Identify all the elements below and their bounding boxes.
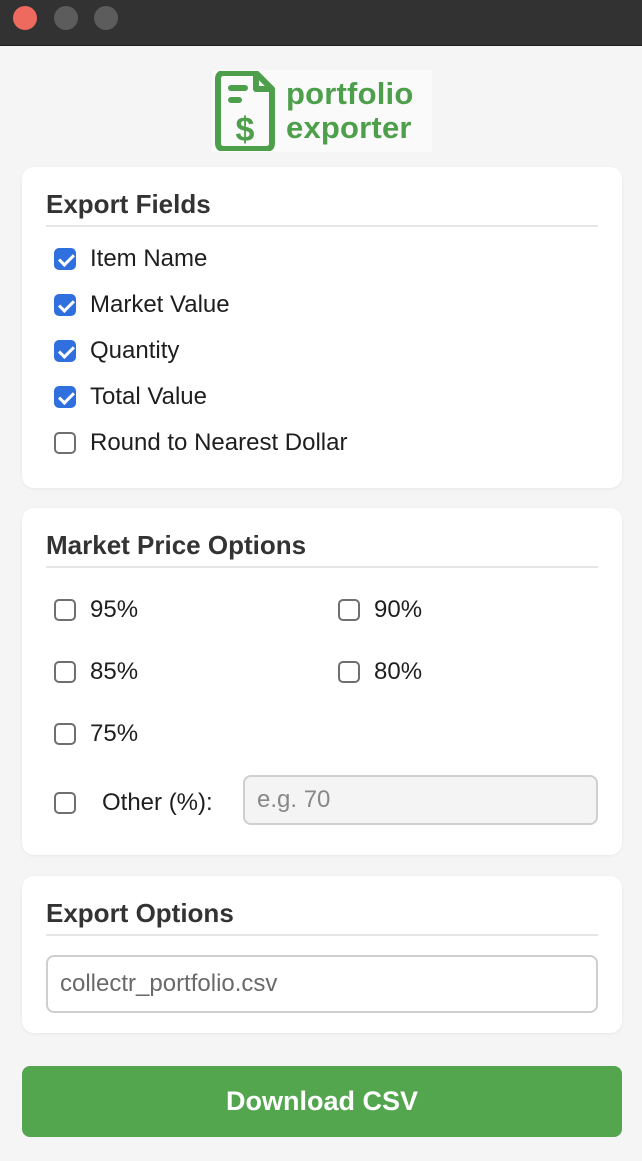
maximize-window-button[interactable] — [94, 6, 118, 30]
price-85-checkbox[interactable] — [54, 661, 76, 683]
round-dollar-checkbox[interactable] — [54, 432, 76, 454]
export-options-card: Export Options collectr_portfolio.csv — [22, 876, 622, 1033]
quantity-label: Quantity — [90, 337, 180, 364]
price-option-other[interactable]: Other (%): — [54, 789, 213, 817]
price-80-checkbox[interactable] — [338, 661, 360, 683]
quantity-checkbox[interactable] — [54, 340, 76, 362]
price-option-90[interactable]: 90% — [338, 596, 422, 624]
price-95-checkbox[interactable] — [54, 599, 76, 621]
export-fields-card: Export Fields Item Name Market Value Qua… — [22, 167, 622, 488]
logo-text-line1: portfolio — [286, 76, 414, 111]
price-75-label: 75% — [90, 720, 139, 747]
app-logo: $ portfolio exporter — [212, 70, 432, 152]
logo-text-line2: exporter — [286, 110, 412, 145]
filename-input[interactable]: collectr_portfolio.csv — [46, 955, 598, 1013]
price-other-label: Other (%): — [102, 789, 213, 816]
dollar-document-icon: $ — [215, 71, 275, 151]
price-80-label: 80% — [374, 658, 423, 685]
price-option-85[interactable]: 85% — [54, 658, 138, 686]
field-total-value[interactable]: Total Value — [54, 383, 207, 411]
total-value-checkbox[interactable] — [54, 386, 76, 408]
item-name-checkbox[interactable] — [54, 248, 76, 270]
field-round-dollar[interactable]: Round to Nearest Dollar — [54, 429, 347, 457]
svg-text:$: $ — [236, 111, 255, 149]
price-90-label: 90% — [374, 596, 423, 623]
window-titlebar — [0, 0, 642, 46]
round-dollar-label: Round to Nearest Dollar — [90, 429, 348, 456]
close-window-button[interactable] — [13, 6, 37, 30]
other-percent-placeholder: e.g. 70 — [257, 786, 331, 813]
filename-value: collectr_portfolio.csv — [60, 970, 278, 997]
price-option-75[interactable]: 75% — [54, 720, 138, 748]
field-market-value[interactable]: Market Value — [54, 291, 230, 319]
other-percent-input[interactable]: e.g. 70 — [243, 775, 598, 825]
market-price-card: Market Price Options 95% 90% 85% 80% 75%… — [22, 508, 622, 855]
price-95-label: 95% — [90, 596, 139, 623]
price-option-80[interactable]: 80% — [338, 658, 422, 686]
price-other-checkbox[interactable] — [54, 792, 76, 814]
total-value-label: Total Value — [90, 383, 207, 410]
logo-text: portfolio exporter — [286, 77, 413, 145]
field-item-name[interactable]: Item Name — [54, 245, 207, 273]
price-85-label: 85% — [90, 658, 139, 685]
price-90-checkbox[interactable] — [338, 599, 360, 621]
price-option-95[interactable]: 95% — [54, 596, 138, 624]
export-options-title: Export Options — [46, 898, 598, 936]
item-name-label: Item Name — [90, 245, 208, 272]
market-value-label: Market Value — [90, 291, 230, 318]
field-quantity[interactable]: Quantity — [54, 337, 179, 365]
market-value-checkbox[interactable] — [54, 294, 76, 316]
popup-content: $ portfolio exporter Export Fields Item … — [0, 46, 642, 1161]
minimize-window-button[interactable] — [54, 6, 78, 30]
export-fields-title: Export Fields — [46, 189, 598, 227]
price-75-checkbox[interactable] — [54, 723, 76, 745]
download-csv-button[interactable]: Download CSV — [22, 1066, 622, 1137]
market-price-title: Market Price Options — [46, 530, 598, 568]
